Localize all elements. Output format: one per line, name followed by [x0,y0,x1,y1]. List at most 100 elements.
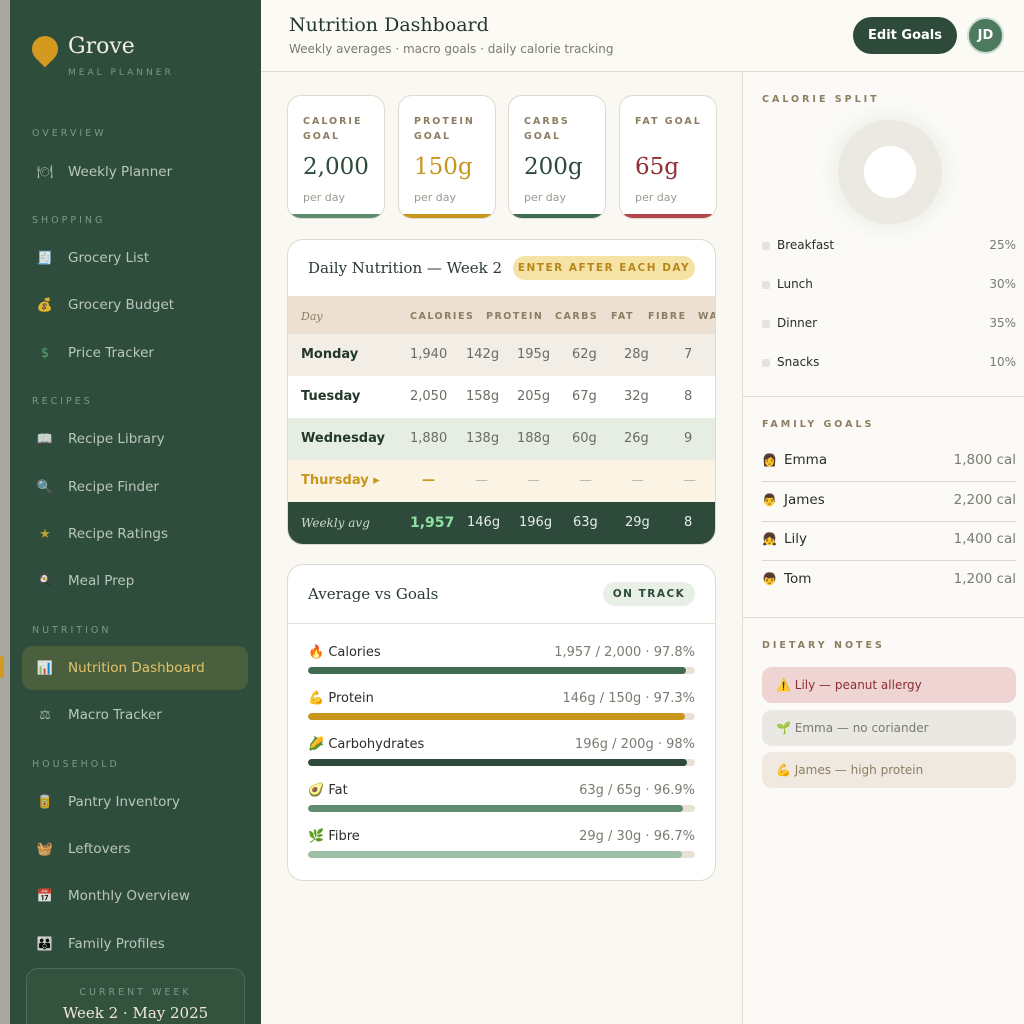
main-area: Nutrition Dashboard Weekly averages · ma… [261,0,1024,1024]
metric-label: 🌿 Fibre [308,829,360,844]
family-member-row[interactable]: 👩 Emma 1,800 cal [762,442,1016,482]
sidebar-item-recipe-library[interactable]: 📖 Recipe Library [22,417,248,461]
sidebar-item-recipe-ratings[interactable]: ★ Recipe Ratings [22,512,248,556]
sidebar-item-grocery-list[interactable]: 🧾 Grocery List [22,236,248,280]
split-pct: 25% [989,238,1016,252]
row-day: Weekly avg [301,516,370,530]
legend-swatch [762,281,770,289]
metric-label: 💪 Protein [308,691,374,706]
carbs-goal-card[interactable]: CARBS GOAL 200g per day [508,95,606,219]
cell-fat: 67g [572,389,597,404]
jar-icon: 🥫 [36,794,54,810]
dietary-note-high-protein[interactable]: 💪 James — high protein [762,752,1016,788]
metric-label: 🥑 Fat [308,783,348,798]
current-week-value: Week 2 · May 2025 [62,1004,209,1022]
average-vs-goals-card: Average vs Goals ON TRACK 🔥 Calories 1,9… [287,564,716,881]
goal-value: 200g [524,154,583,180]
col-fat: FAT [611,311,634,322]
col-protein: PROTEIN [486,311,544,322]
metric-value: 196g / 200g · 98% [574,737,695,752]
goal-sub: per day [414,191,457,204]
cell-fibre: 26g [624,431,649,446]
member-calories: 1,200 cal [953,571,1016,587]
cell-protein: — [475,473,488,488]
split-pct: 35% [989,316,1016,330]
cell-fat: 63g [573,515,598,530]
cell-fibre: 32g [624,389,649,404]
dietary-note-peanut-allergy[interactable]: ⚠️ Lily — peanut allergy [762,667,1016,703]
sidebar-item-grocery-budget[interactable]: 💰 Grocery Budget [22,283,248,327]
sidebar-item-weekly-planner[interactable]: 🍽 Weekly Planner [22,150,248,194]
goal-accent-bar [620,214,716,218]
cell-calories: 2,050 [410,389,448,404]
cell-carbs: 195g [517,347,551,362]
metric-progress-track [308,851,695,858]
metric-progress-track [308,759,695,766]
cell-fibre: 29g [625,515,650,530]
section-recipes: RECIPES [32,396,93,407]
active-indicator [0,656,4,678]
member-name: Tom [784,571,812,587]
scale-icon: ⚖ [39,707,51,723]
fat-goal-card[interactable]: FAT GOAL 65g per day [619,95,717,219]
avatar[interactable]: JD [967,17,1004,54]
goal-accent-bar [399,214,495,218]
metric-progress-fill [308,667,687,674]
card-divider [288,623,715,624]
sidebar-item-pantry-inventory[interactable]: 🥫 Pantry Inventory [22,780,248,824]
table-row[interactable]: Tuesday 2,050 158g 205g 67g 32g 8 [288,376,715,418]
donut-hole [864,146,916,198]
member-calories: 1,800 cal [953,452,1016,468]
daily-nutrition-title: Daily Nutrition — Week 2 [308,259,502,277]
cell-protein: 138g [466,431,500,446]
table-row-today[interactable]: Thursday ▸ — — — — — — [288,460,715,502]
family-member-row[interactable]: 👦 Tom 1,200 cal [762,561,1016,601]
sidebar-item-meal-prep[interactable]: 🍳 Meal Prep [22,559,248,603]
chart-icon: 📊 [36,660,54,676]
cell-carbs: 188g [517,431,551,446]
sidebar-item-price-tracker[interactable]: $ Price Tracker [22,331,248,375]
split-name: Dinner [777,316,818,330]
dollar-icon: $ [40,345,50,361]
sidebar-item-recipe-finder[interactable]: 🔍 Recipe Finder [22,465,248,509]
cell-water: — [683,473,696,488]
cell-protein: 158g [466,389,500,404]
cell-water: 9 [684,431,693,446]
metric-value: 63g / 65g · 96.9% [579,783,695,798]
col-calories: CALORIES [410,311,475,322]
cell-carbs: 196g [519,515,553,530]
current-week-box[interactable]: CURRENT WEEK Week 2 · May 2025 [26,968,245,1024]
sidebar-item-label: Recipe Library [68,431,165,447]
plate-icon: 🍽 [36,164,54,180]
flexed-bicep-icon: 💪 [308,691,325,706]
cell-calories: 1,957 [410,515,455,531]
table-row[interactable]: Monday 1,940 142g 195g 62g 28g 7 [288,334,715,376]
dietary-note-no-coriander[interactable]: 🌱 Emma — no coriander [762,710,1016,746]
calorie-split-title: CALORIE SPLIT [762,94,880,105]
family-member-row[interactable]: 👧 Lily 1,400 cal [762,521,1016,561]
calendar-icon: 📅 [36,888,54,904]
family-member-row[interactable]: 👨 James 2,200 cal [762,482,1016,522]
protein-goal-card[interactable]: PROTEIN GOAL 150g per day [398,95,496,219]
metric-progress-fill [308,759,688,766]
basket-icon: 🧺 [36,841,54,857]
sidebar-item-monthly-overview[interactable]: 📅 Monthly Overview [22,874,248,918]
edit-goals-button[interactable]: Edit Goals [853,17,957,54]
table-row[interactable]: Wednesday 1,880 138g 188g 60g 26g 9 [288,418,715,460]
sidebar-item-macro-tracker[interactable]: ⚖ Macro Tracker [22,693,248,737]
row-day: Monday [301,347,359,362]
calorie-goal-card[interactable]: CALORIE GOAL 2,000 per day [287,95,385,219]
sidebar-item-nutrition-dashboard[interactable]: 📊 Nutrition Dashboard [22,646,248,690]
cell-fibre: — [631,473,644,488]
goal-label: FAT GOAL [635,116,702,127]
sidebar-item-leftovers[interactable]: 🧺 Leftovers [22,827,248,871]
row-day: Wednesday [301,431,385,446]
metric-progress-fill [308,851,683,858]
cell-water: 7 [684,347,693,362]
sidebar-item-label: Grocery Budget [68,297,175,313]
family-icon: 👪 [36,936,54,952]
member-name: James [784,492,825,508]
sidebar-item-family-profiles[interactable]: 👪 Family Profiles [22,922,248,966]
legend-swatch [762,242,770,250]
cell-calories: — [422,473,435,488]
